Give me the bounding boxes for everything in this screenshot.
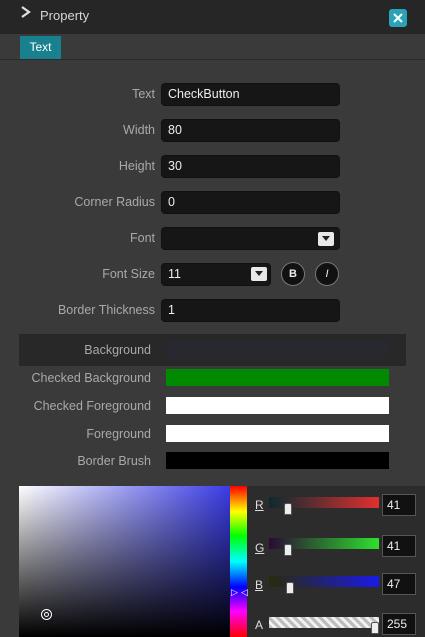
label-background: Background	[84, 343, 151, 357]
checked-background-swatch[interactable]	[166, 369, 389, 386]
foreground-swatch[interactable]	[166, 425, 389, 442]
pin-icon[interactable]	[389, 9, 407, 27]
checked-foreground-swatch[interactable]	[166, 397, 389, 414]
bold-button[interactable]: B	[281, 262, 305, 286]
label-font-size: Font Size	[102, 267, 155, 281]
label-border-thickness: Border Thickness	[57, 303, 155, 317]
channel-label-a: A	[255, 618, 264, 632]
corner-radius-field[interactable]: 0	[161, 191, 340, 214]
label-checked-foreground: Checked Foreground	[33, 399, 151, 413]
green-slider-thumb[interactable]	[284, 544, 292, 556]
height-field[interactable]: 30	[161, 155, 340, 178]
font-select[interactable]	[161, 227, 340, 250]
panel-title: Property	[40, 8, 90, 23]
label-corner-radius: Corner Radius	[74, 195, 155, 209]
hue-slider[interactable]	[230, 486, 247, 637]
channel-label-r: R	[255, 498, 264, 512]
label-height: Height	[118, 159, 155, 173]
font-size-value: 11	[168, 267, 181, 281]
border-thickness-field[interactable]: 1	[161, 299, 340, 322]
italic-button[interactable]: I	[315, 262, 339, 286]
chevron-down-icon[interactable]	[251, 267, 267, 281]
hue-thumb-right[interactable]: ◁	[241, 587, 248, 597]
label-border-brush: Border Brush	[77, 454, 151, 468]
chevron-down-icon[interactable]	[318, 232, 334, 246]
alpha-slider-thumb[interactable]	[371, 622, 379, 634]
chevron-right-icon[interactable]	[19, 5, 33, 19]
tab-divider	[0, 59, 425, 60]
red-value-field[interactable]: 41	[382, 494, 416, 516]
tab-text[interactable]: Text	[20, 36, 61, 59]
panel-titlebar: Property	[0, 0, 425, 34]
channel-label-g: G	[255, 541, 265, 555]
green-value-field[interactable]: 41	[382, 535, 416, 557]
blue-value-field[interactable]: 47	[382, 573, 416, 595]
label-text: Text	[132, 87, 155, 101]
label-checked-background: Checked Background	[31, 371, 151, 385]
border-brush-swatch[interactable]	[166, 452, 389, 469]
text-field[interactable]: CheckButton	[161, 83, 340, 106]
label-font: Font	[129, 231, 155, 245]
label-width: Width	[123, 123, 155, 137]
width-field[interactable]: 80	[161, 119, 340, 142]
alpha-value-field[interactable]: 255	[382, 613, 416, 635]
background-swatch[interactable]	[166, 341, 389, 358]
blue-slider-thumb[interactable]	[286, 582, 294, 594]
hue-thumb-left[interactable]: ▷	[231, 587, 238, 597]
channel-label-b: B	[255, 578, 264, 592]
alpha-slider-track[interactable]	[269, 617, 379, 628]
color-picker-marker[interactable]	[41, 609, 52, 620]
label-foreground: Foreground	[86, 427, 151, 441]
red-slider-thumb[interactable]	[284, 503, 292, 515]
